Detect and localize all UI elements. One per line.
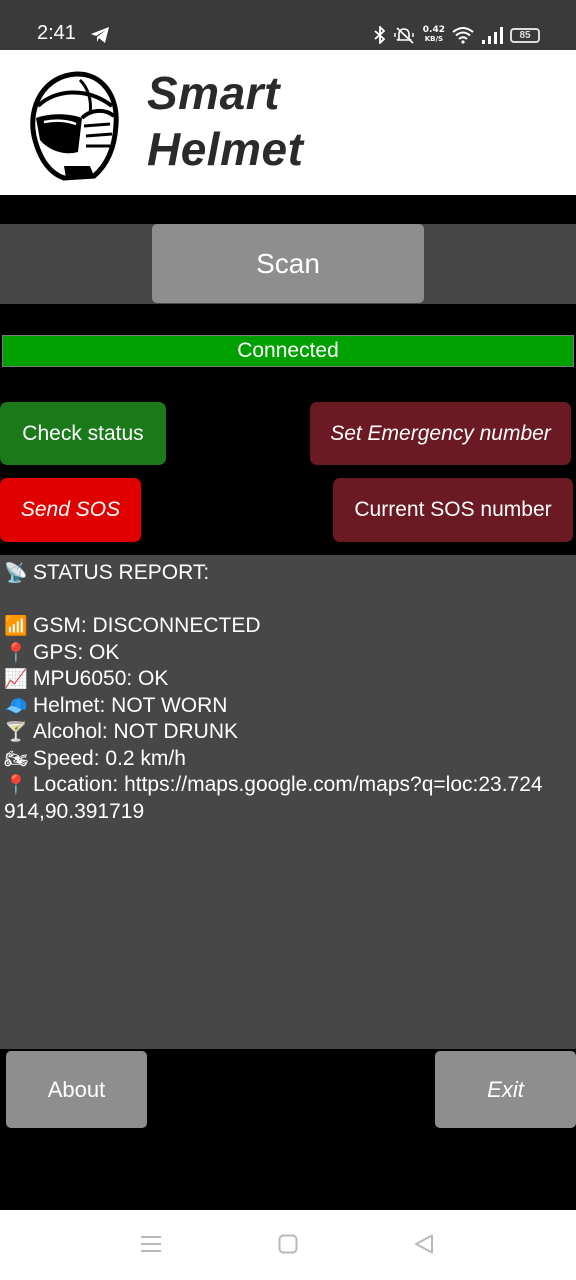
mpu-status: MPU6050: OK bbox=[33, 667, 169, 690]
app-header: Smart Helmet bbox=[0, 50, 576, 195]
report-line-gsm: 📶 GSM: DISCONNECTED bbox=[4, 613, 572, 640]
report-title: 📡 STATUS REPORT: bbox=[4, 560, 572, 587]
status-report-panel: 📡 STATUS REPORT: 📶 GSM: DISCONNECTED 📍 GPS:… bbox=[0, 555, 576, 1049]
report-line-speed: 🏍 Speed: 0.2 km/h bbox=[4, 746, 572, 773]
wifi-icon bbox=[452, 27, 474, 44]
gsm-status: GSM: DISCONNECTED bbox=[33, 614, 261, 637]
system-navigation-bar bbox=[0, 1210, 576, 1280]
about-button[interactable]: About bbox=[6, 1051, 147, 1128]
pin-icon: 📍 bbox=[4, 641, 28, 664]
report-line-gps: 📍 GPS: OK bbox=[4, 640, 572, 667]
alcohol-status: Alcohol: NOT DRUNK bbox=[33, 720, 238, 743]
satellite-icon: 📡 bbox=[4, 562, 28, 584]
clock: 2:41 bbox=[37, 22, 76, 44]
telegram-icon bbox=[91, 27, 109, 43]
signal-bars-icon: 📶 bbox=[4, 615, 28, 637]
mute-icon bbox=[394, 27, 414, 44]
scan-section: Scan bbox=[0, 224, 576, 304]
motorcycle-icon: 🏍 bbox=[4, 747, 29, 770]
signal-icon bbox=[482, 27, 503, 44]
check-status-button[interactable]: Check status bbox=[0, 402, 166, 465]
home-icon[interactable] bbox=[278, 1234, 298, 1254]
current-sos-number-button[interactable]: Current SOS number bbox=[333, 478, 573, 542]
chart-icon: 📈 bbox=[4, 668, 28, 690]
net-speed-unit: KB/S bbox=[424, 35, 444, 43]
status-bar: 2:41 0.42 KB/S 85 bbox=[0, 0, 576, 50]
cap-icon: 🧢 bbox=[4, 694, 28, 717]
bluetooth-icon bbox=[374, 26, 386, 44]
report-title-text: STATUS REPORT: bbox=[33, 561, 210, 584]
cocktail-icon: 🍸 bbox=[4, 721, 28, 743]
report-spacer bbox=[4, 587, 572, 614]
battery-icon: 85 bbox=[510, 27, 540, 43]
report-line-mpu: 📈 MPU6050: OK bbox=[4, 666, 572, 693]
back-icon[interactable] bbox=[414, 1234, 434, 1254]
status-icons: 0.42 KB/S 85 bbox=[373, 22, 540, 48]
report-line-location: 📍 Location: https://maps.google.com/maps?… bbox=[4, 772, 572, 825]
network-speed: 0.42 KB/S bbox=[423, 26, 445, 44]
set-emergency-number-button[interactable]: Set Emergency number bbox=[310, 402, 571, 465]
helmet-icon bbox=[30, 71, 119, 181]
exit-button[interactable]: Exit bbox=[435, 1051, 576, 1128]
report-line-helmet: 🧢 Helmet: NOT WORN bbox=[4, 693, 572, 720]
report-line-alcohol: 🍸 Alcohol: NOT DRUNK bbox=[4, 719, 572, 746]
connection-status-bar: Connected bbox=[2, 335, 574, 367]
location-value: Location: https://maps.google.com/maps?q… bbox=[4, 773, 543, 823]
gps-status: GPS: OK bbox=[33, 640, 120, 664]
speed-value: Speed: 0.2 km/h bbox=[33, 746, 186, 770]
scan-button[interactable]: Scan bbox=[152, 224, 424, 303]
menu-icon[interactable] bbox=[140, 1234, 162, 1254]
net-speed-value: 0.42 bbox=[422, 25, 445, 35]
pin-icon: 📍 bbox=[4, 774, 28, 796]
send-sos-button[interactable]: Send SOS bbox=[0, 478, 141, 542]
app-title: Smart Helmet bbox=[147, 67, 304, 175]
helmet-status: Helmet: NOT WORN bbox=[33, 693, 228, 717]
